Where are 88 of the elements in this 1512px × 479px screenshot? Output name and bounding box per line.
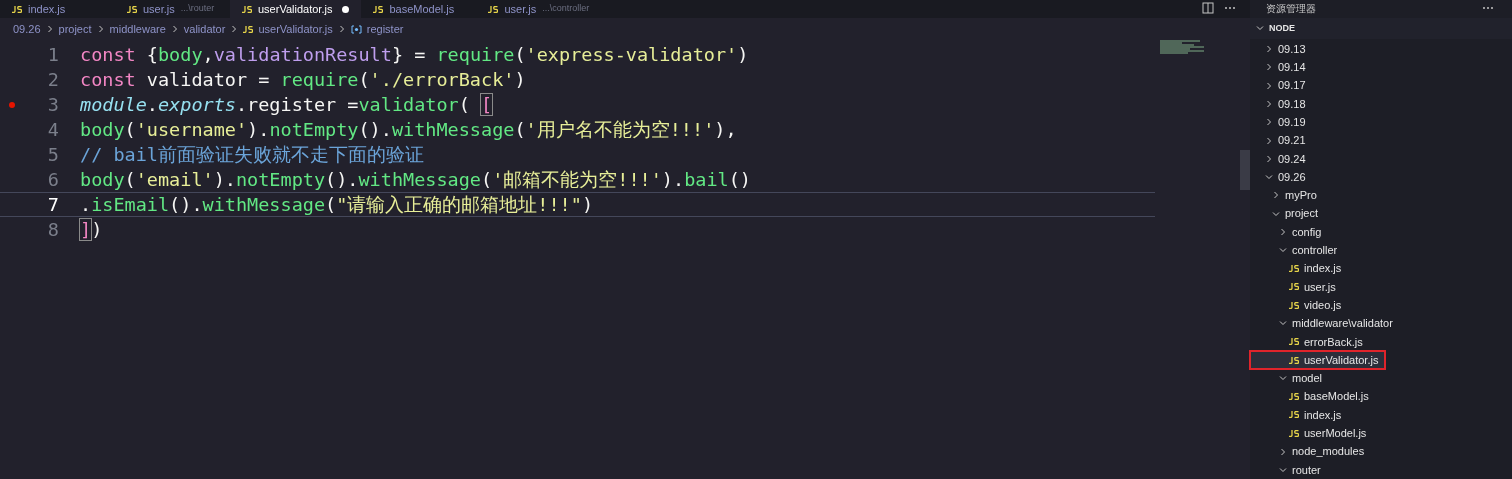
folder-item[interactable]: node_modules xyxy=(1250,442,1512,461)
chevron-down-icon xyxy=(1279,319,1287,328)
folder-item[interactable]: 09.14 xyxy=(1250,58,1512,77)
editor-tab[interactable]: index.js xyxy=(0,0,115,18)
file-item[interactable]: errorBack.js xyxy=(1250,332,1512,351)
js-file-icon xyxy=(1289,429,1299,437)
section-header[interactable]: NODE xyxy=(1250,18,1512,39)
code-line: const validator = require('./errorBack') xyxy=(80,67,526,92)
file-item[interactable]: index.js xyxy=(1250,405,1512,425)
chevron-down-icon xyxy=(1279,246,1287,255)
chevron-right-icon xyxy=(230,25,239,33)
folder-item[interactable]: 09.17 xyxy=(1250,76,1512,95)
folder-item[interactable]: 09.21 xyxy=(1250,131,1512,150)
breadcrumb-item[interactable]: register xyxy=(350,20,404,38)
folder-item[interactable]: project xyxy=(1250,204,1512,223)
chevron-down-icon xyxy=(1256,24,1264,33)
code-line: // bail前面验证失败就不走下面的验证 xyxy=(80,142,424,167)
js-file-icon xyxy=(1289,393,1299,401)
chevron-right-icon xyxy=(96,25,105,33)
chevron-right-icon xyxy=(1279,228,1287,236)
line-number: 4 xyxy=(46,117,59,142)
folder-item[interactable]: 09.26 xyxy=(1250,167,1512,187)
folder-item[interactable]: model xyxy=(1250,369,1512,388)
more-icon[interactable] xyxy=(1482,6,1494,11)
scrollbar[interactable] xyxy=(1240,150,1250,190)
folder-item[interactable]: myPro xyxy=(1250,186,1512,205)
code-line: ]) xyxy=(80,217,103,242)
folder-item[interactable]: config xyxy=(1250,222,1512,242)
chevron-right-icon xyxy=(1272,191,1280,200)
file-item[interactable]: userModel.js xyxy=(1250,424,1512,443)
chevron-right-icon xyxy=(45,25,54,33)
code-line: module.exports.register =validator( [ xyxy=(80,92,493,117)
chevron-down-icon xyxy=(1272,209,1280,218)
folder-item[interactable]: 09.24 xyxy=(1250,149,1512,168)
file-item[interactable]: baseModel.js xyxy=(1250,387,1512,406)
chevron-down-icon xyxy=(1265,173,1273,182)
breakpoint-icon[interactable] xyxy=(9,101,15,108)
line-number: 8 xyxy=(46,217,59,242)
folder-item[interactable]: 09.13 xyxy=(1250,39,1512,59)
chevron-right-icon xyxy=(1265,45,1273,53)
chevron-down-icon xyxy=(1279,374,1287,383)
breadcrumb-item[interactable]: middleware xyxy=(109,20,166,38)
line-number: 6 xyxy=(46,167,59,192)
folder-item[interactable]: middleware\validator xyxy=(1250,314,1512,333)
chevron-right-icon xyxy=(337,25,346,33)
js-file-icon xyxy=(488,5,499,13)
js-file-icon xyxy=(1289,356,1299,364)
panel-title: 资源管理器 xyxy=(1266,1,1316,16)
file-item[interactable]: index.js xyxy=(1250,259,1512,278)
js-file-icon xyxy=(373,5,384,13)
js-file-icon xyxy=(1289,301,1299,309)
code-line: .isEmail().withMessage("请输入正确的邮箱地址!!!") xyxy=(80,192,594,217)
editor-tab[interactable]: baseModel.js xyxy=(361,0,477,18)
js-file-icon xyxy=(1289,265,1299,273)
file-item[interactable]: user.js xyxy=(1250,277,1512,297)
folder-item[interactable]: controller xyxy=(1250,241,1512,260)
chevron-right-icon xyxy=(1279,447,1287,456)
editor-tab[interactable]: user.js ...\controller xyxy=(476,0,602,18)
breadcrumb-item[interactable]: validator xyxy=(183,20,226,38)
line-number: 5 xyxy=(46,142,59,167)
split-editor-icon[interactable] xyxy=(1202,2,1214,14)
code-line: body('username').notEmpty().withMessage('用户名不能为空!!!'), xyxy=(80,117,737,142)
editor-tab[interactable]: userValidator.js xyxy=(230,0,362,18)
editor-tab[interactable]: user.js ...\router xyxy=(115,0,230,18)
js-file-icon xyxy=(1289,283,1299,291)
code-line: const {body,validationResult} = require('express-validator') xyxy=(80,42,749,67)
chevron-right-icon xyxy=(170,25,179,33)
file-item[interactable]: userValidator.js xyxy=(1250,350,1385,370)
folder-item[interactable]: 09.19 xyxy=(1250,113,1512,132)
js-file-icon xyxy=(12,5,22,13)
line-number: 3 xyxy=(46,92,59,117)
js-file-icon xyxy=(1289,411,1299,419)
code-line: body('email').notEmpty().withMessage('邮箱不能为空!!!').bail() xyxy=(80,167,751,192)
file-item[interactable]: video.js xyxy=(1250,296,1512,315)
folder-item[interactable]: router xyxy=(1250,460,1512,479)
js-file-icon xyxy=(127,5,137,13)
chevron-down-icon xyxy=(1279,465,1287,474)
symbol-icon xyxy=(350,24,362,34)
line-number: 7 xyxy=(46,192,59,217)
js-file-icon xyxy=(242,5,252,13)
js-file-icon xyxy=(243,25,254,33)
line-number: 1 xyxy=(46,42,59,67)
folder-item[interactable]: 09.18 xyxy=(1250,94,1512,114)
line-number: 2 xyxy=(46,67,59,92)
breadcrumb-item[interactable]: 09.26 xyxy=(13,20,41,38)
js-file-icon xyxy=(1289,338,1299,346)
breadcrumb-item[interactable]: userValidator.js xyxy=(243,20,333,38)
breadcrumb-item[interactable]: project xyxy=(58,20,92,38)
